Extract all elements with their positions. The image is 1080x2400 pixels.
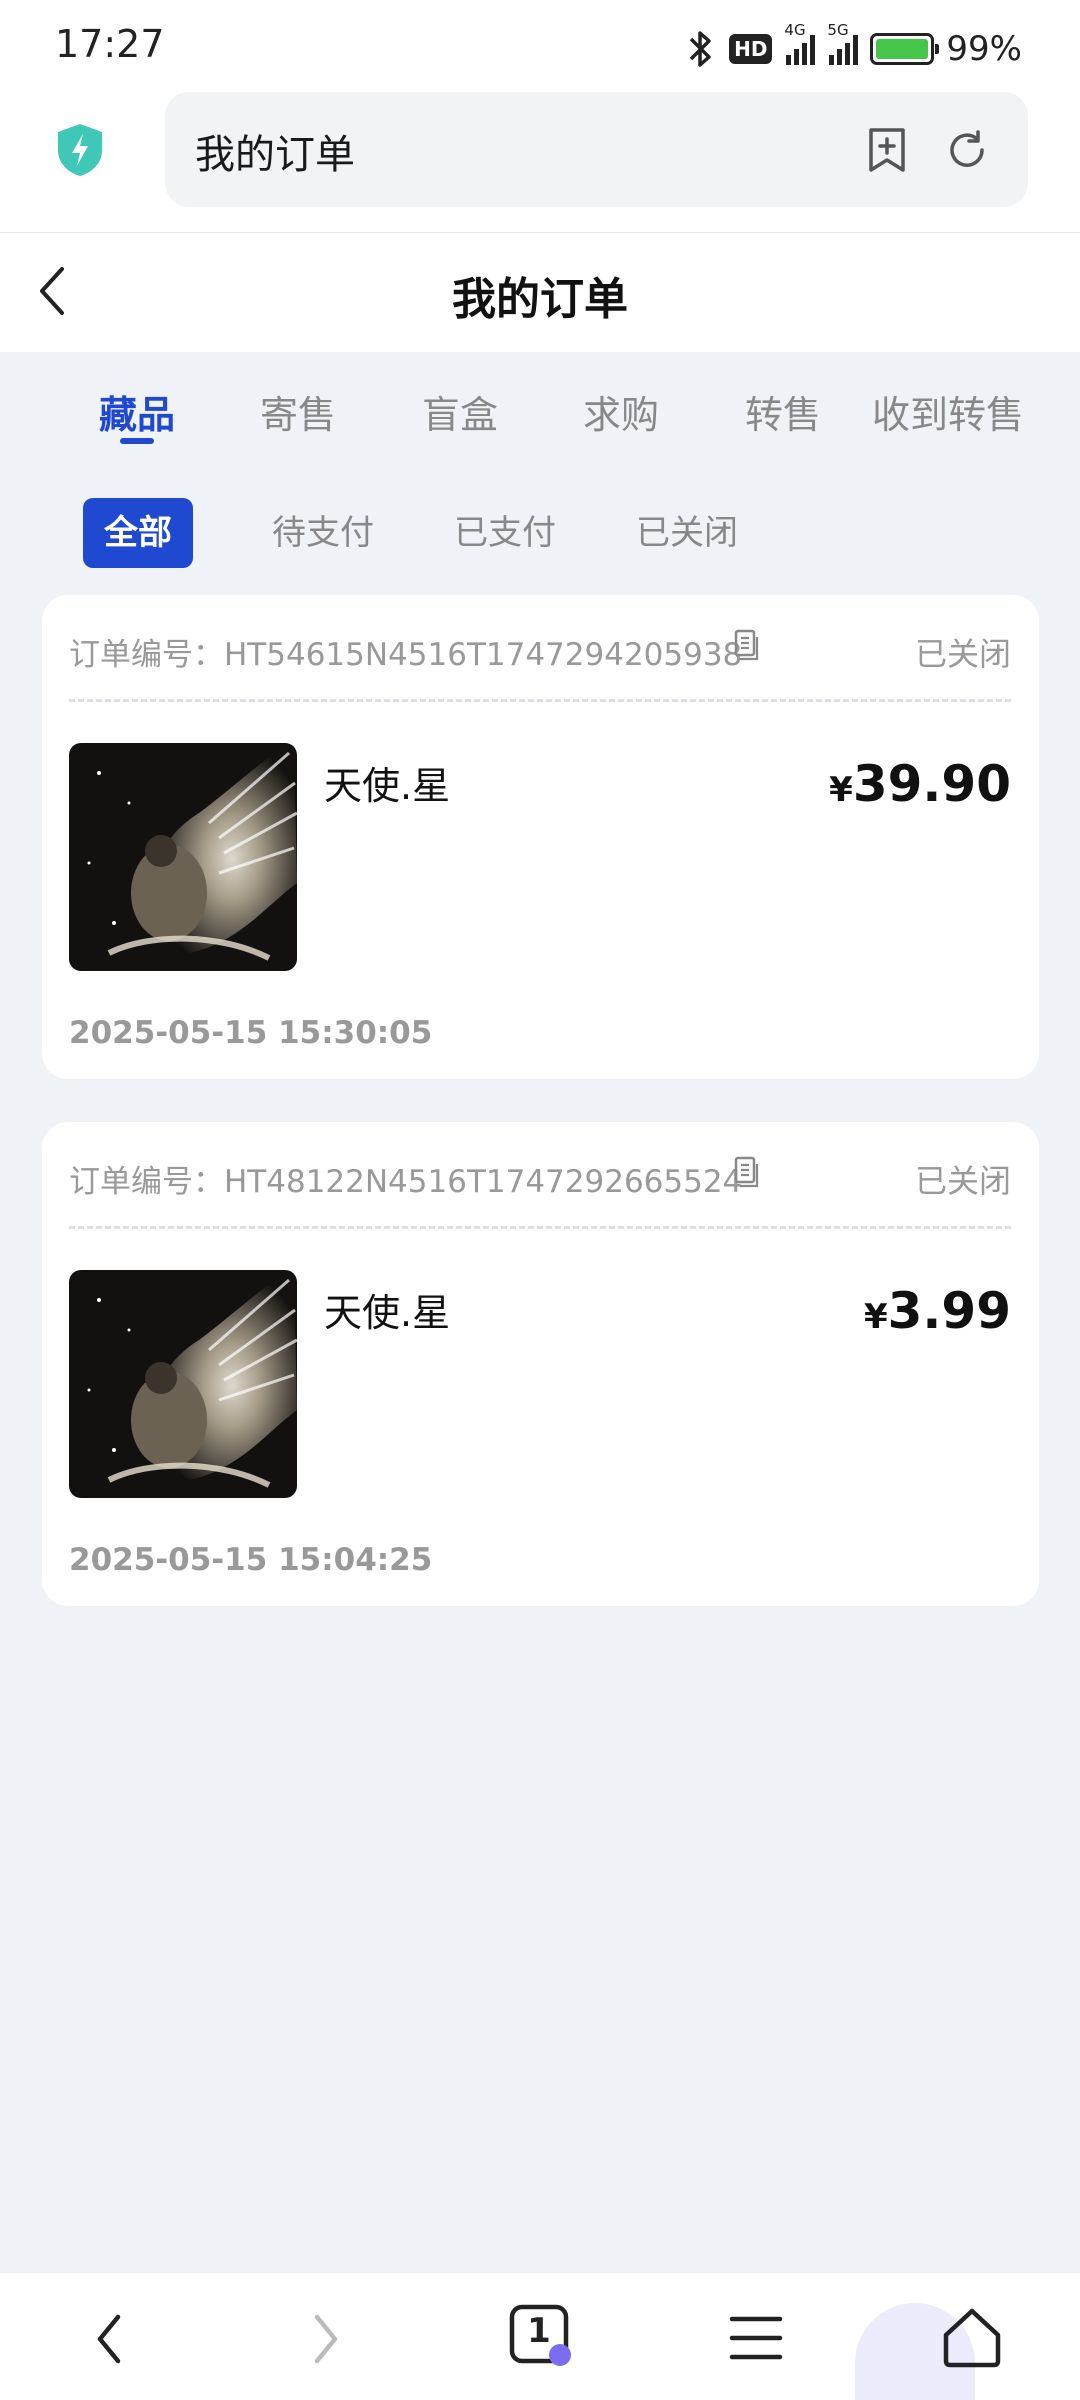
divider: [69, 699, 1011, 702]
tab-consignment[interactable]: 寄售: [257, 384, 339, 439]
product-image: [69, 1270, 297, 1498]
status-icons: HD 4G 5G 99%: [683, 21, 1022, 72]
order-number: 订单编号：HT48122N4516T1747292665524: [69, 1164, 743, 1200]
battery-fill: [876, 39, 929, 59]
filter-closed[interactable]: 已关闭: [632, 498, 742, 568]
order-price: ¥3.99: [864, 1282, 1011, 1340]
tab-blind-box[interactable]: 盲盒: [419, 384, 501, 439]
network-4g-label: 4G: [784, 21, 806, 39]
order-status: 已关闭: [914, 1162, 1011, 1200]
network-5g-label: 5G: [827, 21, 849, 39]
refresh-icon[interactable]: [945, 128, 989, 172]
status-filters: 全部 待支付 已支付 已关闭: [0, 480, 1080, 580]
filter-pending-payment[interactable]: 待支付: [268, 498, 378, 568]
tab-wanted[interactable]: 求购: [580, 384, 662, 439]
order-time: 2025-05-15 15:30:05: [69, 1015, 433, 1051]
bluetooth-icon: [689, 31, 711, 67]
product-name: 天使.星: [324, 764, 451, 808]
order-card[interactable]: 订单编号：HT48122N4516T1747292665524 已关闭 天使.星…: [42, 1122, 1039, 1606]
browser-toolbar: 我的订单: [0, 92, 1080, 232]
tab-resale[interactable]: 转售: [742, 384, 824, 439]
shield-icon[interactable]: [55, 122, 105, 178]
address-bar[interactable]: 我的订单: [165, 92, 1028, 207]
hd-badge: HD: [729, 34, 773, 64]
price-value: 39.90: [852, 755, 1011, 813]
tab-collectibles[interactable]: 藏品: [96, 384, 178, 439]
order-status: 已关闭: [914, 635, 1011, 673]
status-bar: 17:27 HD 4G 5G 99%: [0, 0, 1080, 92]
signal-4g-icon: 4G: [784, 21, 816, 65]
active-tab-indicator: [120, 438, 154, 444]
battery-icon: [870, 33, 940, 65]
product-image: [69, 743, 297, 971]
copy-icon[interactable]: [732, 629, 760, 661]
tab-received-resale[interactable]: 收到转售: [868, 384, 1028, 439]
address-text[interactable]: 我的订单: [195, 122, 355, 180]
tab-count: 1: [527, 2311, 551, 2351]
order-time: 2025-05-15 15:04:25: [69, 1542, 433, 1578]
status-time: 17:27: [55, 22, 165, 66]
currency-symbol: ¥: [863, 1297, 888, 1337]
page-title: 我的订单: [452, 274, 628, 325]
home-icon[interactable]: [940, 2305, 1004, 2369]
page-header: 我的订单: [0, 232, 1080, 352]
bookmark-add-icon[interactable]: [865, 126, 909, 174]
currency-symbol: ¥: [829, 770, 853, 810]
divider: [69, 1226, 1011, 1229]
order-number: 订单编号：HT54615N4516T1747294205938: [69, 637, 743, 673]
battery-percent: 99%: [946, 29, 1022, 69]
tabs-button[interactable]: 1: [508, 2303, 572, 2367]
nav-back-icon[interactable]: [90, 2309, 130, 2369]
price-value: 3.99: [887, 1282, 1011, 1340]
filter-all[interactable]: 全部: [83, 498, 193, 568]
browser-bottom-nav: 1: [0, 2273, 1080, 2400]
nav-forward-icon[interactable]: [305, 2309, 345, 2369]
product-name: 天使.星: [324, 1291, 451, 1335]
order-price: ¥39.90: [829, 755, 1011, 813]
menu-icon[interactable]: [728, 2313, 784, 2363]
order-card[interactable]: 订单编号：HT54615N4516T1747294205938 已关闭 天使.星…: [42, 595, 1039, 1079]
copy-icon[interactable]: [732, 1156, 760, 1188]
category-tabs: 藏品 寄售 盲盒 求购 转售 收到转售: [0, 352, 1080, 472]
filter-paid[interactable]: 已支付: [450, 498, 560, 568]
signal-5g-icon: 5G: [827, 21, 859, 65]
